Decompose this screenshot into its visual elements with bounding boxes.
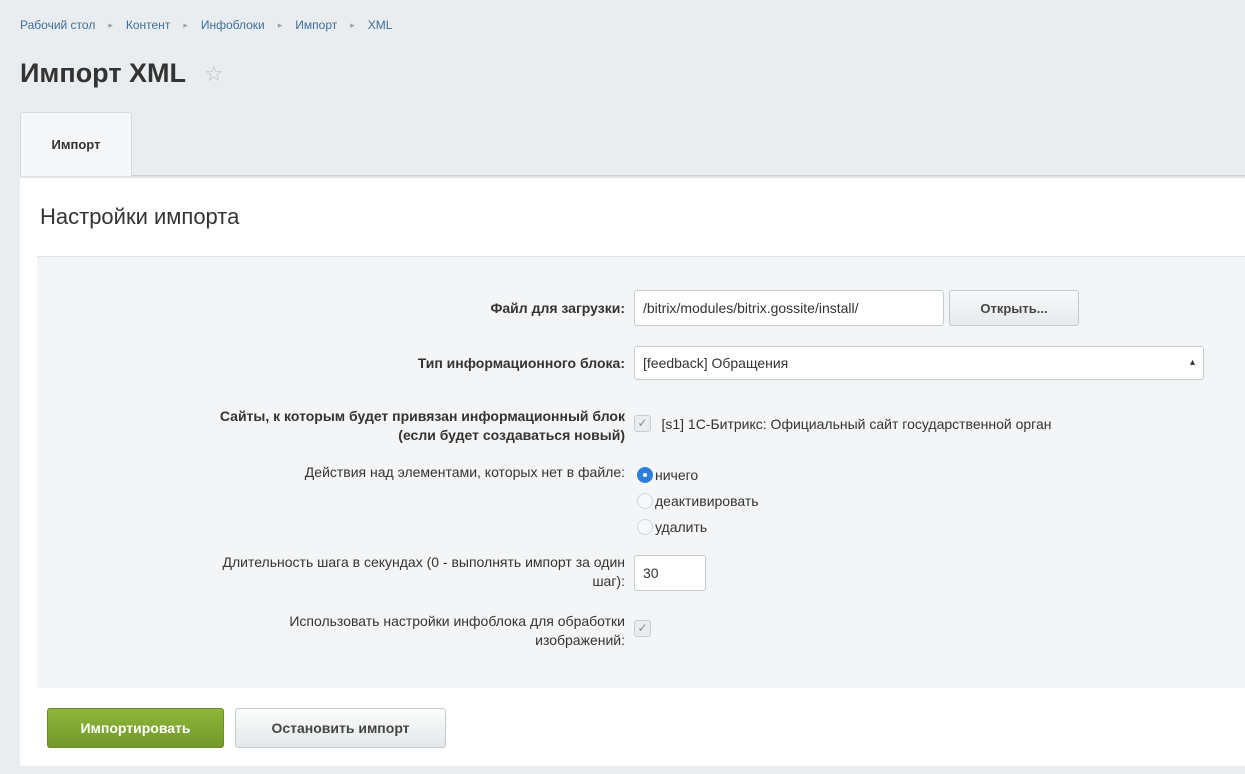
chevron-right-icon: ▸	[350, 19, 355, 30]
import-button[interactable]: Импортировать	[47, 708, 224, 748]
breadcrumb-item-desktop[interactable]: Рабочий стол	[20, 18, 95, 32]
iblock-type-select[interactable]: [feedback] Обращения ▴	[634, 346, 1204, 380]
breadcrumb-item-content[interactable]: Контент	[126, 18, 170, 32]
section-title: Настройки импорта	[40, 204, 240, 229]
breadcrumb: Рабочий стол ▸ Контент ▸ Инфоблоки ▸ Имп…	[20, 18, 392, 32]
iblock-type-selected: [feedback] Обращения	[643, 355, 789, 371]
star-icon[interactable]: ☆	[204, 62, 224, 85]
iblock-type-label: Тип информационного блока:	[417, 355, 625, 371]
tab-import[interactable]: Импорт	[20, 112, 132, 177]
radio-deactivate[interactable]	[637, 493, 653, 509]
breadcrumb-item-iblocks[interactable]: Инфоблоки	[201, 18, 265, 32]
site-s1-label: [s1] 1С-Битрикс: Официальный сайт госуда…	[661, 415, 1052, 432]
radio-option-delete[interactable]: удалить	[637, 514, 759, 540]
file-row: Файл для загрузки: /bitrix/modules/bitri…	[37, 290, 1245, 326]
breadcrumb-item-import[interactable]: Импорт	[295, 18, 337, 32]
breadcrumb-item-xml[interactable]: XML	[368, 18, 393, 32]
open-file-button[interactable]: Открыть...	[949, 290, 1079, 326]
missing-action-label: Действия над элементами, которых нет в ф…	[304, 464, 625, 480]
image-settings-label-line2: изображений:	[535, 632, 625, 648]
file-path-input[interactable]: /bitrix/modules/bitrix.gossite/install/	[634, 290, 944, 326]
image-settings-checkbox[interactable]: ✓	[634, 620, 651, 638]
stop-import-button[interactable]: Остановить импорт	[235, 708, 446, 748]
chevron-right-icon: ▸	[277, 19, 283, 30]
title-row: Импорт XML ☆	[20, 58, 224, 89]
step-duration-label-line2: шаг):	[592, 573, 625, 589]
sites-label-line1: Сайты, к которым будет привязан информац…	[219, 408, 625, 424]
file-label: Файл для загрузки:	[490, 300, 625, 316]
step-duration-label-line1: Длительность шага в секундах (0 - выполн…	[222, 554, 626, 570]
page-title: Импорт XML	[20, 58, 187, 88]
radio-deactivate-label: деактивировать	[655, 493, 759, 509]
chevron-right-icon: ▸	[183, 19, 188, 30]
radio-option-deactivate[interactable]: деактивировать	[637, 488, 759, 514]
sites-label: Сайты, к которым будет привязан информац…	[220, 407, 625, 445]
step-duration-row: Длительность шага в секундах (0 - выполн…	[37, 553, 1245, 593]
missing-action-row: Действия над элементами, которых нет в ф…	[37, 462, 1245, 542]
step-duration-input[interactable]: 30	[634, 555, 706, 591]
chevron-right-icon: ▸	[108, 19, 113, 30]
step-duration-label: Длительность шага в секундах (0 - выполн…	[223, 553, 626, 591]
file-control: /bitrix/modules/bitrix.gossite/install/ …	[634, 290, 1079, 326]
image-settings-label-line1: Использовать настройки инфоблока для обр…	[289, 613, 625, 629]
sites-row: Сайты, к которым будет привязан информац…	[37, 407, 1245, 447]
settings-panel: Настройки импорта Файл для загрузки: /bi…	[20, 176, 1245, 766]
tab-bar: Импорт	[20, 112, 1245, 177]
radio-nothing-label: ничего	[655, 467, 699, 483]
radio-option-nothing[interactable]: ничего	[637, 462, 759, 488]
import-form: Файл для загрузки: /bitrix/modules/bitri…	[37, 256, 1245, 688]
radio-nothing[interactable]	[637, 467, 653, 483]
site-s1-checkbox[interactable]: ✓	[634, 415, 651, 433]
select-arrows-icon: ▴	[1189, 357, 1195, 368]
iblock-type-row: Тип информационного блока: [feedback] Об…	[37, 346, 1245, 380]
image-settings-label: Использовать настройки инфоблока для обр…	[289, 612, 625, 650]
radio-delete-label: удалить	[655, 519, 708, 535]
image-settings-row: Использовать настройки инфоблока для обр…	[37, 612, 1245, 652]
radio-delete[interactable]	[637, 519, 653, 535]
sites-label-line2: (если будет создаваться новый)	[398, 427, 625, 443]
